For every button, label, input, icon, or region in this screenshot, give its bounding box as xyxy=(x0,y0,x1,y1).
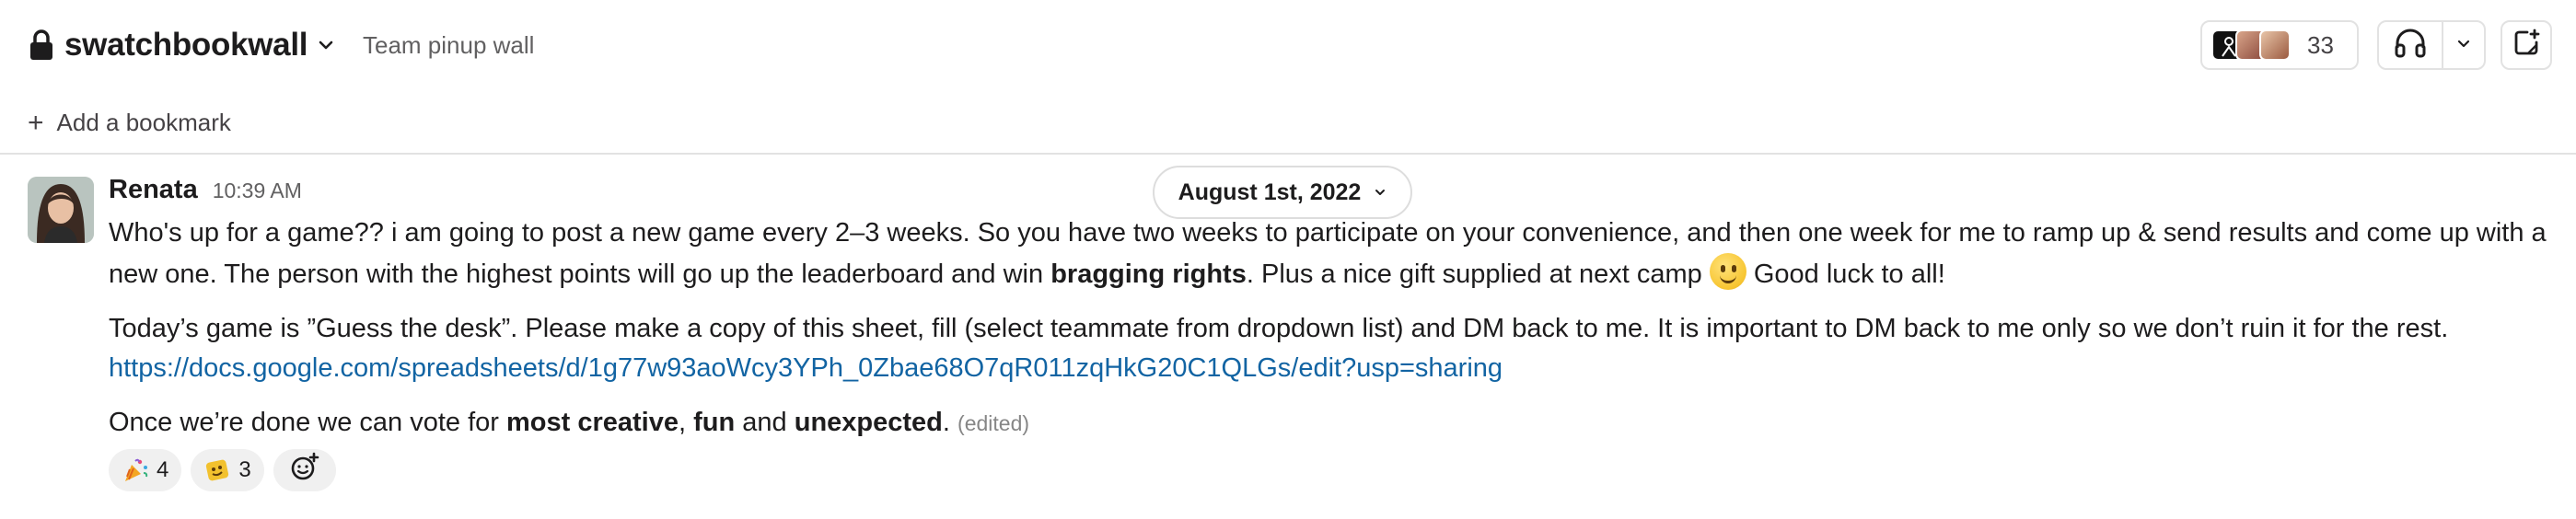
add-bookmark-button[interactable]: + Add a bookmark xyxy=(28,109,231,137)
message-bold-text: bragging rights xyxy=(1050,260,1247,289)
message-bold-text: most creative xyxy=(506,408,679,437)
bookmarks-bar: + Add a bookmark xyxy=(0,96,2576,155)
message-header: Renata 10:39 AM xyxy=(109,175,302,205)
reaction-count: 4 xyxy=(157,457,169,482)
message-bold-text: fun xyxy=(693,408,736,437)
edited-label: (edited) xyxy=(957,411,1030,435)
member-count: 33 xyxy=(2307,30,2334,59)
reaction-party[interactable]: 4 xyxy=(109,449,182,491)
huddle-button-group xyxy=(2377,20,2486,70)
chevron-down-icon xyxy=(2456,36,2471,55)
custom-emoji-icon xyxy=(203,456,231,484)
channel-name: swatchbookwall xyxy=(64,27,308,63)
message-timestamp[interactable]: 10:39 AM xyxy=(213,179,302,203)
channel-topic[interactable]: Team pinup wall xyxy=(363,31,534,60)
add-reaction-button[interactable] xyxy=(273,449,336,491)
date-label: August 1st, 2022 xyxy=(1178,179,1362,205)
chevron-down-icon xyxy=(1374,186,1387,199)
channel-header: swatchbookwall Team pinup wall 33 xyxy=(0,0,2576,92)
message-bold-text: unexpected xyxy=(794,408,943,437)
party-popper-icon xyxy=(122,456,149,484)
message-text: . Plus a nice gift supplied at next camp xyxy=(1246,260,1710,289)
canvas-button[interactable] xyxy=(2501,20,2552,70)
spreadsheet-link[interactable]: https://docs.google.com/spreadsheets/d/1… xyxy=(109,353,1503,383)
message-paragraph: Once we’re done we can vote for most cre… xyxy=(109,403,2548,444)
reactions-bar: 4 3 xyxy=(109,449,336,491)
reaction-custom[interactable]: 3 xyxy=(191,449,264,491)
message-text: Today’s game is ”Guess the desk”. Please… xyxy=(109,314,2449,343)
member-avatar xyxy=(2259,29,2291,61)
chevron-down-icon xyxy=(317,36,335,54)
headphones-icon xyxy=(2394,28,2427,63)
plus-icon: + xyxy=(28,107,44,138)
members-button[interactable]: 33 xyxy=(2200,20,2359,70)
date-divider-button[interactable]: August 1st, 2022 xyxy=(1153,166,1412,219)
message-paragraph: Today’s game is ”Guess the desk”. Please… xyxy=(109,309,2548,388)
message-text: , xyxy=(679,408,694,437)
new-canvas-icon xyxy=(2511,28,2542,63)
message-text: Once we’re done we can vote for xyxy=(109,408,507,437)
channel-title-button[interactable]: swatchbookwall xyxy=(29,24,335,66)
add-bookmark-label: Add a bookmark xyxy=(56,109,231,136)
slightly-smiling-face-icon xyxy=(1709,253,1746,290)
message-text: and xyxy=(735,408,795,437)
avatar[interactable] xyxy=(28,177,94,243)
message-author[interactable]: Renata xyxy=(109,175,198,205)
message-paragraph: Who's up for a game?? i am going to post… xyxy=(109,213,2548,294)
message-text: Good luck to all! xyxy=(1746,260,1945,289)
lock-icon xyxy=(29,29,53,61)
huddle-button[interactable] xyxy=(2379,22,2443,68)
message-text: . xyxy=(942,408,958,437)
message-body: Who's up for a game?? i am going to post… xyxy=(109,213,2548,458)
add-emoji-icon xyxy=(289,452,320,490)
reaction-count: 3 xyxy=(238,457,251,482)
huddle-options-button[interactable] xyxy=(2443,36,2484,55)
